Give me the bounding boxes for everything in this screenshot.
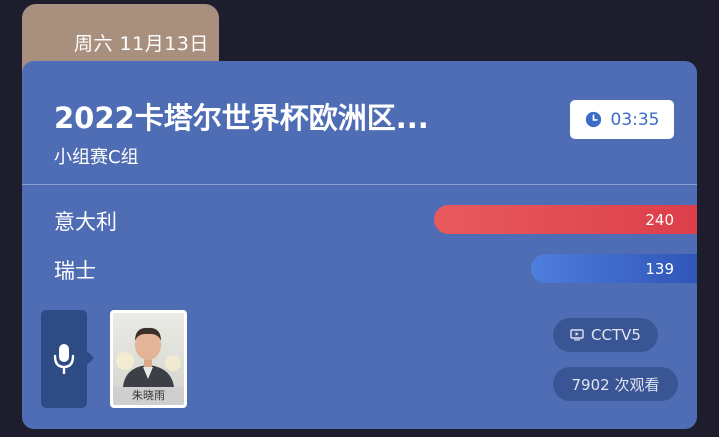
vote-bar-home[interactable]: 240 [434,205,697,234]
match-date: 周六 11月13日 [74,33,209,55]
match-title: 2022卡塔尔世界杯欧洲区... [54,101,429,135]
vote-count-away: 139 [645,259,674,278]
divider [22,184,697,185]
commentator-avatar [113,313,184,387]
channel-badge[interactable]: CCTV5 [553,318,658,352]
team-name-away: 瑞士 [54,259,96,283]
match-time: 03:35 [610,109,660,130]
view-count-badge: 7902 次观看 [553,367,678,401]
tv-icon [570,329,584,341]
microphone-icon [53,344,75,374]
vote-count-home: 240 [645,210,674,229]
commentary-button[interactable] [41,310,87,408]
match-time-badge: 03:35 [570,100,674,139]
team-name-home: 意大利 [54,210,117,234]
channel-name: CCTV5 [591,326,641,344]
vote-bar-away[interactable]: 139 [531,254,697,283]
commentator-pointer [87,351,94,365]
commentator-name: 朱晓雨 [113,387,184,405]
match-stage: 小组赛C组 [54,147,139,168]
clock-icon [585,111,601,128]
view-count: 7902 次观看 [571,375,660,394]
match-card[interactable]: 2022卡塔尔世界杯欧洲区... 小组赛C组 03:35 意大利 240 瑞士 … [22,61,697,429]
commentator-card[interactable]: 朱晓雨 [110,310,187,408]
